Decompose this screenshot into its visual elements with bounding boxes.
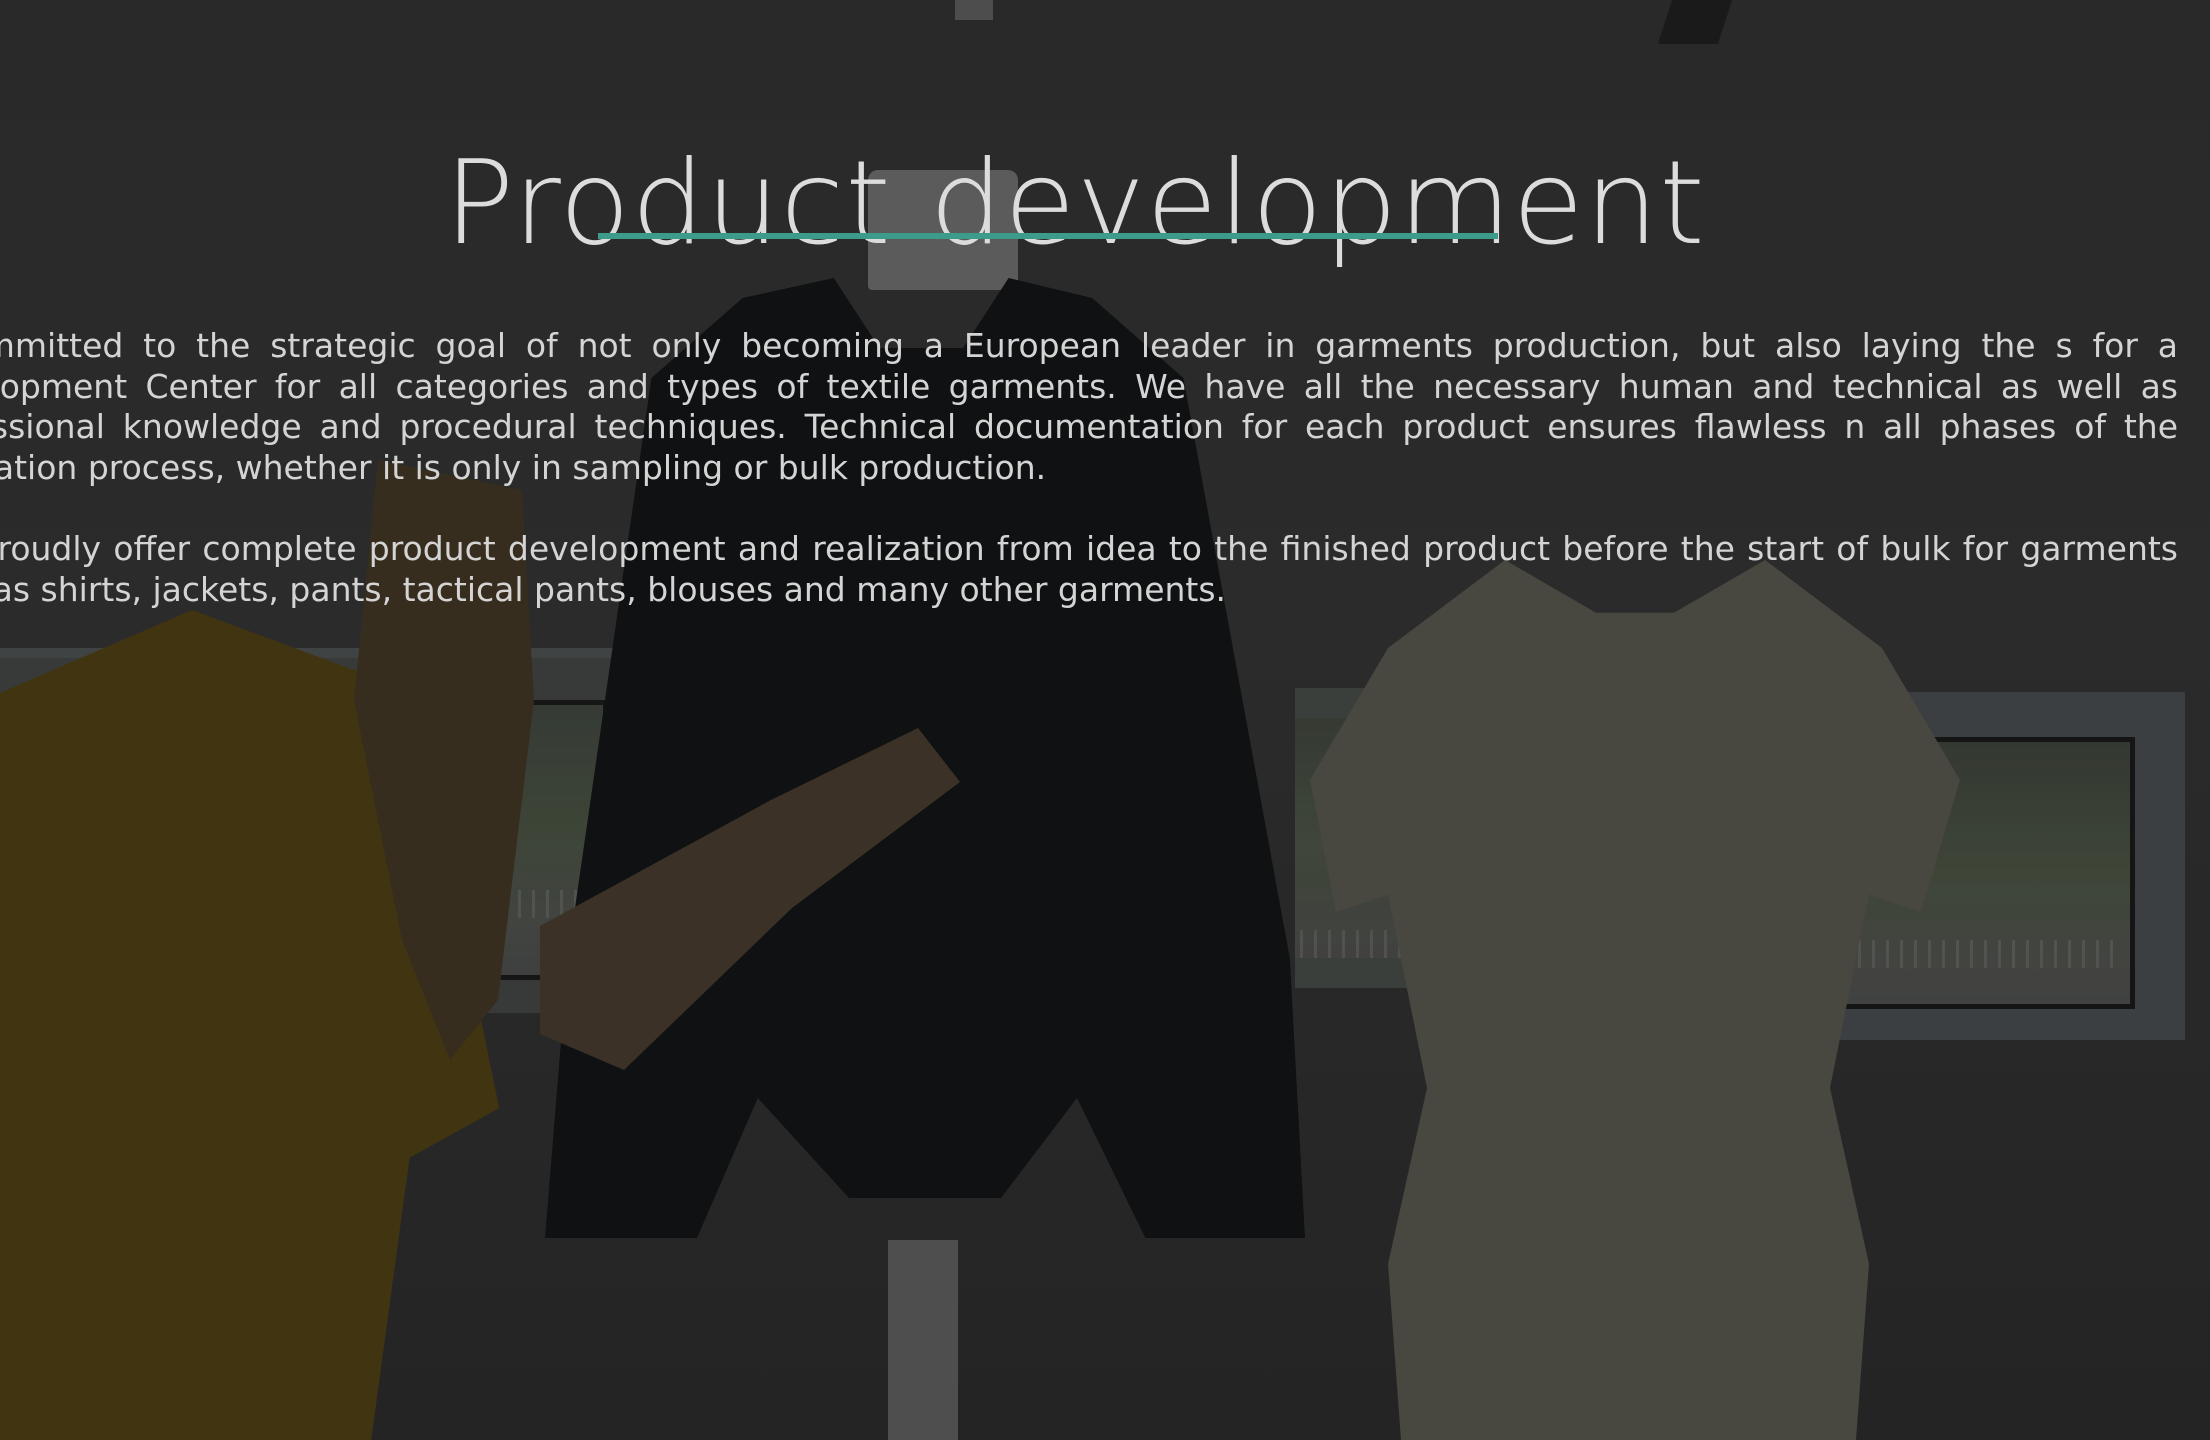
- description-text: y committed to the strategic goal of not…: [0, 326, 2178, 651]
- product-development-section: Product development y committed to the s…: [0, 0, 2210, 1440]
- description-paragraph-2: can proudly offer complete product devel…: [0, 529, 2178, 609]
- title-underline: [598, 233, 1498, 239]
- page-title: Product development: [444, 135, 1706, 271]
- description-paragraph-1: y committed to the strategic goal of not…: [0, 326, 2178, 487]
